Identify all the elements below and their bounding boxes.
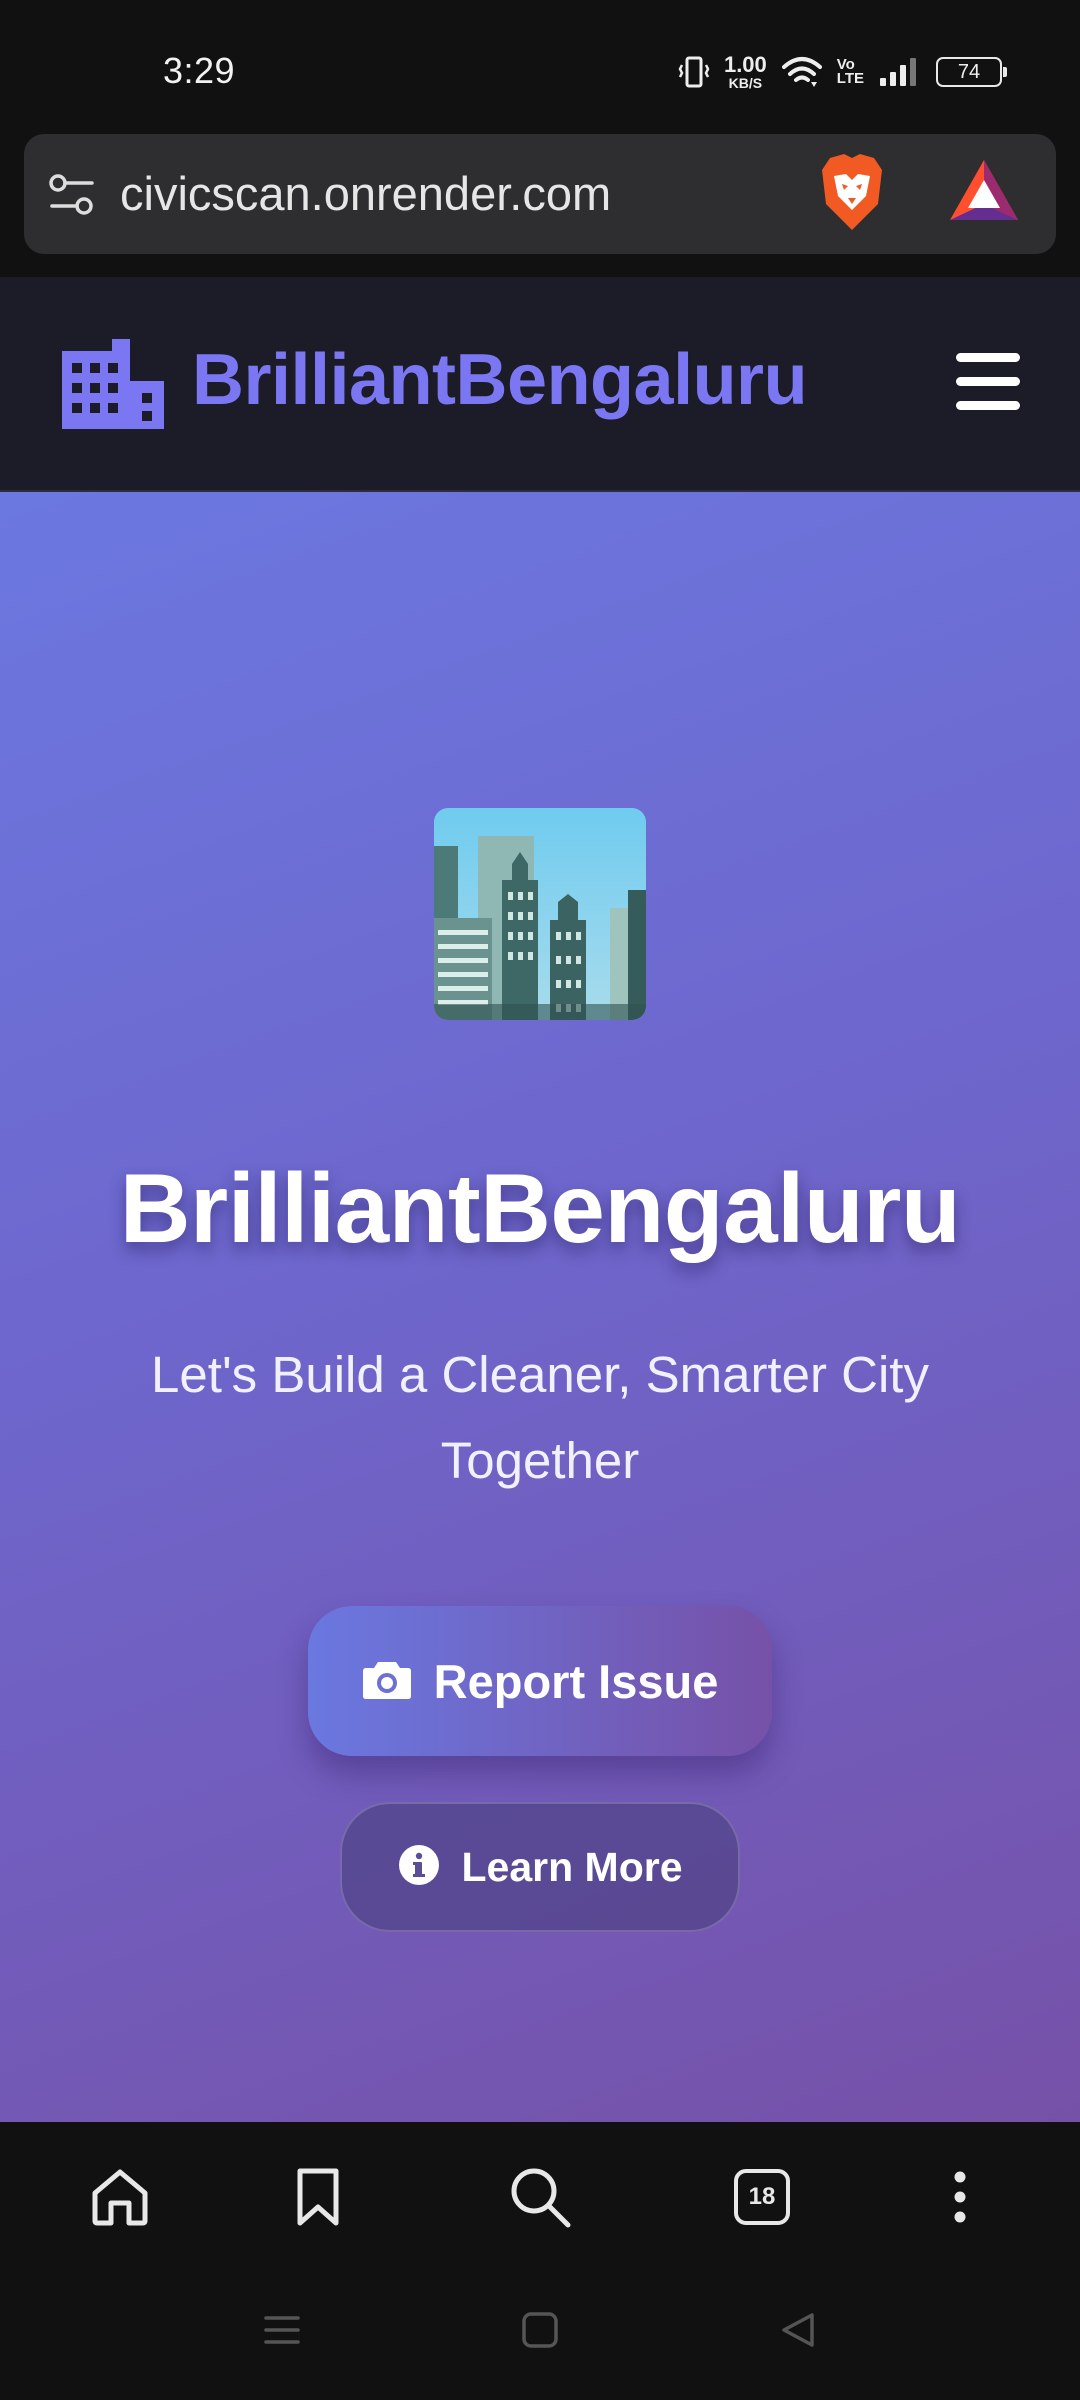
city-buildings-icon[interactable]: [58, 337, 168, 434]
tune-icon[interactable]: [48, 172, 96, 223]
battery-level: 74: [957, 60, 981, 83]
site-navbar: BrilliantBengaluru: [0, 277, 1080, 492]
status-icons: 1.00 KB/S Vo LTE 74: [678, 50, 1007, 94]
brave-lion-icon[interactable]: [816, 152, 888, 239]
hamburger-line: [956, 401, 1020, 410]
hero-subtitle: Let's Build a Cleaner, Smarter City Toge…: [151, 1346, 929, 1489]
hero-section: BrilliantBengaluru Let's Build a Cleaner…: [0, 492, 1080, 2122]
brand-name[interactable]: BrilliantBengaluru: [192, 339, 808, 421]
status-time: 3:29: [163, 50, 236, 91]
bat-triangle-icon[interactable]: [948, 158, 1020, 229]
home-square-icon[interactable]: [520, 2310, 560, 2355]
address-bar[interactable]: civicscan.onrender.com: [24, 134, 1056, 254]
signal-icon: [878, 56, 922, 88]
wifi-icon: [781, 55, 823, 89]
bookmark-icon[interactable]: [283, 2162, 353, 2232]
network-speed-value: 1.00: [723, 52, 767, 77]
back-triangle-icon[interactable]: [778, 2310, 818, 2355]
hamburger-line: [956, 353, 1020, 362]
search-icon[interactable]: [505, 2162, 575, 2232]
more-vertical-icon[interactable]: [925, 2162, 995, 2232]
system-nav-bar: [0, 2272, 1080, 2400]
browser-toolbar: 18: [0, 2122, 1080, 2272]
volte-bottom: LTE: [836, 70, 864, 87]
tabs-icon[interactable]: 18: [727, 2162, 797, 2232]
info-circle-icon: [398, 1844, 440, 1891]
hamburger-line: [956, 377, 1020, 386]
volte-indicator: Vo LTE: [836, 57, 864, 87]
recents-icon[interactable]: [262, 2310, 302, 2355]
network-speed: 1.00 KB/S: [723, 52, 767, 91]
report-issue-label: Report Issue: [433, 1654, 719, 1708]
vibrate-icon: [678, 55, 710, 89]
network-speed-unit: KB/S: [728, 75, 763, 91]
report-issue-button[interactable]: Report Issue: [308, 1606, 772, 1756]
camera-icon: [362, 1658, 412, 1705]
hamburger-menu-icon[interactable]: [956, 353, 1020, 410]
learn-more-button[interactable]: Learn More: [340, 1802, 740, 1932]
tab-count: 18: [734, 2169, 790, 2225]
url-text[interactable]: civicscan.onrender.com: [120, 166, 611, 221]
learn-more-label: Learn More: [461, 1843, 683, 1890]
cityscape-emoji: [434, 808, 646, 1020]
battery-indicator: 74: [936, 57, 1007, 87]
home-icon[interactable]: [85, 2162, 155, 2232]
status-bar: 3:29 1.00 KB/S Vo LTE 74: [0, 0, 1080, 134]
hero-title: BrilliantBengaluru: [119, 1153, 961, 1263]
